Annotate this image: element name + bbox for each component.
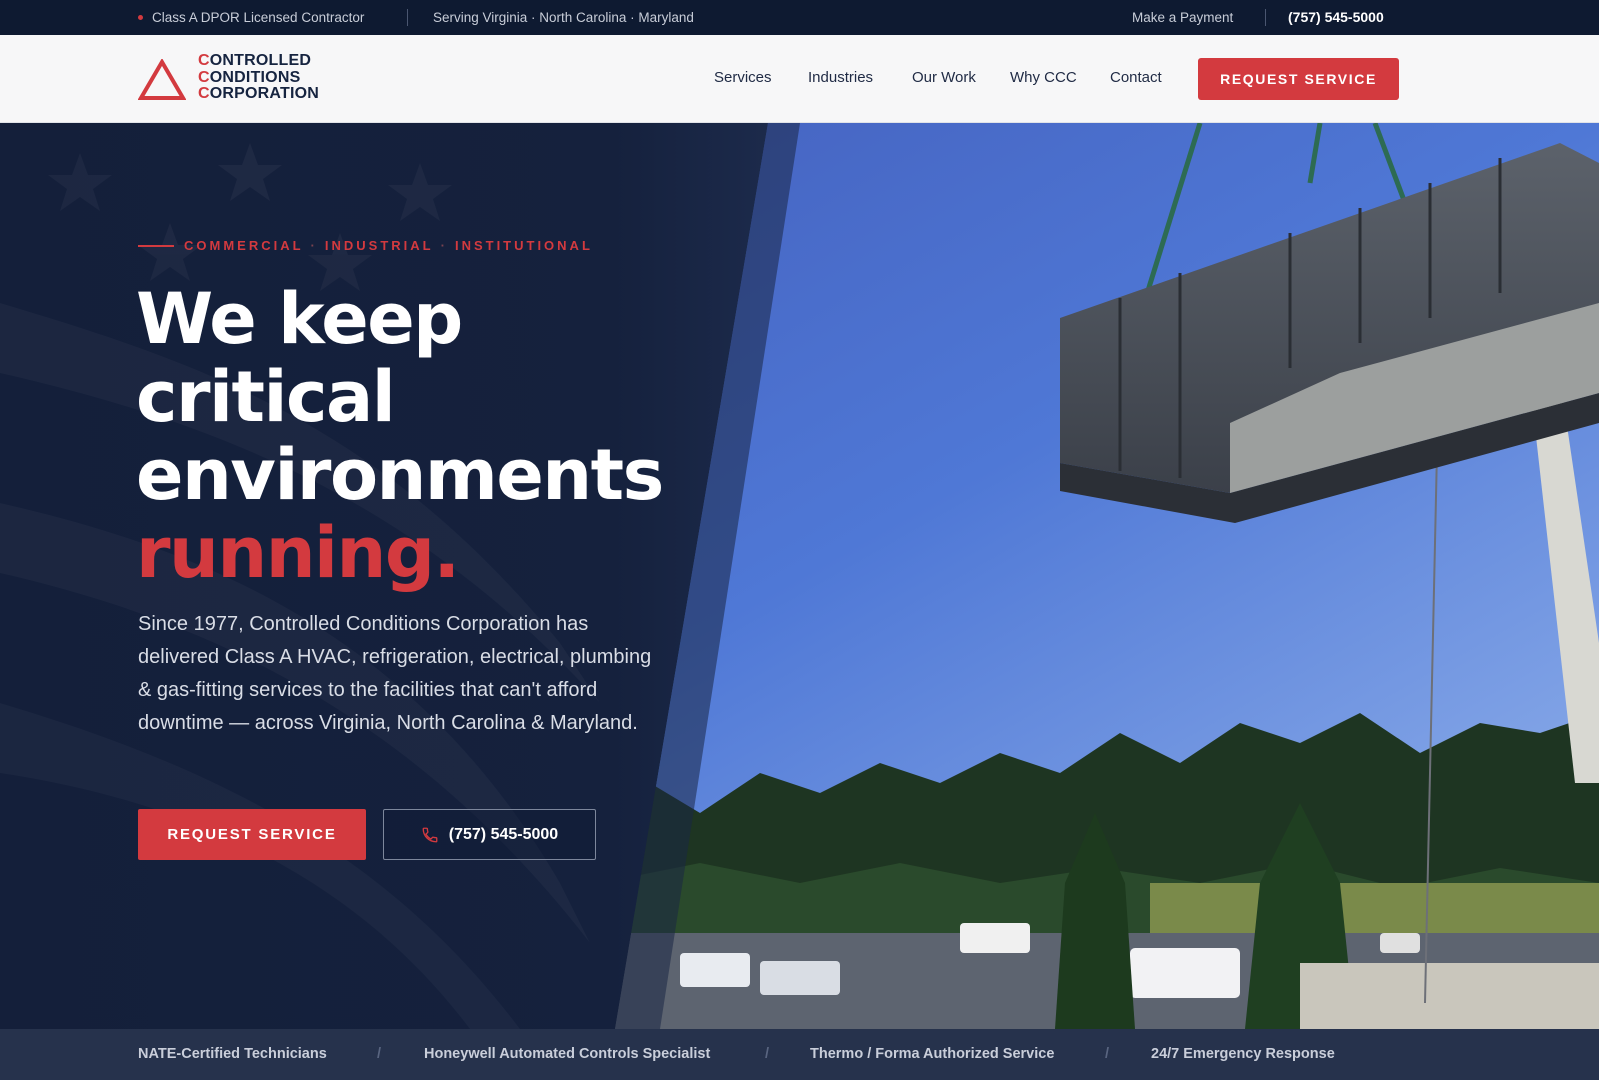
hero-phone-button[interactable]: (757) 545-5000 [383, 809, 596, 860]
divider [407, 9, 408, 26]
hero-request-service-button[interactable]: REQUEST SERVICE [138, 809, 366, 860]
eyebrow-item: COMMERCIAL [184, 238, 304, 253]
eyebrow-item: INDUSTRIAL [324, 238, 434, 253]
eyebrow-separator: · [310, 238, 318, 253]
hero-phone-label: (757) 545-5000 [448, 825, 559, 843]
trust-separator: / [1105, 1046, 1110, 1062]
eyebrow-item: INSTITUTIONAL [454, 238, 593, 253]
nav-contact[interactable]: Contact [1110, 69, 1162, 86]
trust-item: 24/7 Emergency Response [1151, 1046, 1335, 1062]
license-text: Class A DPOR Licensed Contractor [152, 10, 365, 25]
headline-line: critical [136, 356, 396, 438]
trust-separator: / [377, 1046, 382, 1062]
nav-services[interactable]: Services [714, 69, 772, 86]
trust-item: Honeywell Automated Controls Specialist [424, 1046, 711, 1062]
phone-icon [422, 827, 438, 842]
headline-accent: running. [136, 512, 460, 594]
service-area-text: Serving Virginia · North Carolina · Mary… [433, 10, 694, 25]
hero-headline: We keep critical environments running. [136, 278, 664, 594]
trust-item: NATE-Certified Technicians [138, 1046, 327, 1062]
header-request-service-button[interactable]: REQUEST SERVICE [1198, 58, 1399, 100]
triangle-logo-icon[interactable] [138, 59, 186, 101]
nav-industries[interactable]: Industries [808, 69, 873, 86]
trust-separator: / [765, 1046, 770, 1062]
hero-eyebrow: COMMERCIAL · INDUSTRIAL · INSTITUTIONAL [138, 238, 593, 253]
topbar-phone-link[interactable]: (757) 545-5000 [1288, 9, 1384, 25]
eyebrow-separator: · [440, 238, 448, 253]
company-logo-wordmark[interactable]: CONTROLLED CONDITIONS CORPORATION [198, 52, 319, 103]
headline-line: We keep [136, 278, 463, 360]
status-dot-icon [138, 15, 143, 20]
hero-section: COMMERCIAL · INDUSTRIAL · INSTITUTIONAL … [0, 123, 1599, 1029]
headline-line: environments [136, 434, 664, 516]
eyebrow-rule [138, 244, 174, 247]
top-utility-bar: Class A DPOR Licensed Contractor Serving… [0, 0, 1599, 35]
hero-description: Since 1977, Controlled Conditions Corpor… [138, 613, 652, 734]
site-header: CONTROLLED CONDITIONS CORPORATION Servic… [0, 35, 1599, 123]
make-payment-link[interactable]: Make a Payment [1132, 10, 1233, 25]
trust-item: Thermo / Forma Authorized Service [810, 1046, 1055, 1062]
divider [1265, 9, 1266, 26]
nav-why-ccc[interactable]: Why CCC [1010, 69, 1077, 86]
nav-our-work[interactable]: Our Work [912, 69, 976, 86]
trust-strip: NATE-Certified Technicians / Honeywell A… [0, 1029, 1599, 1080]
